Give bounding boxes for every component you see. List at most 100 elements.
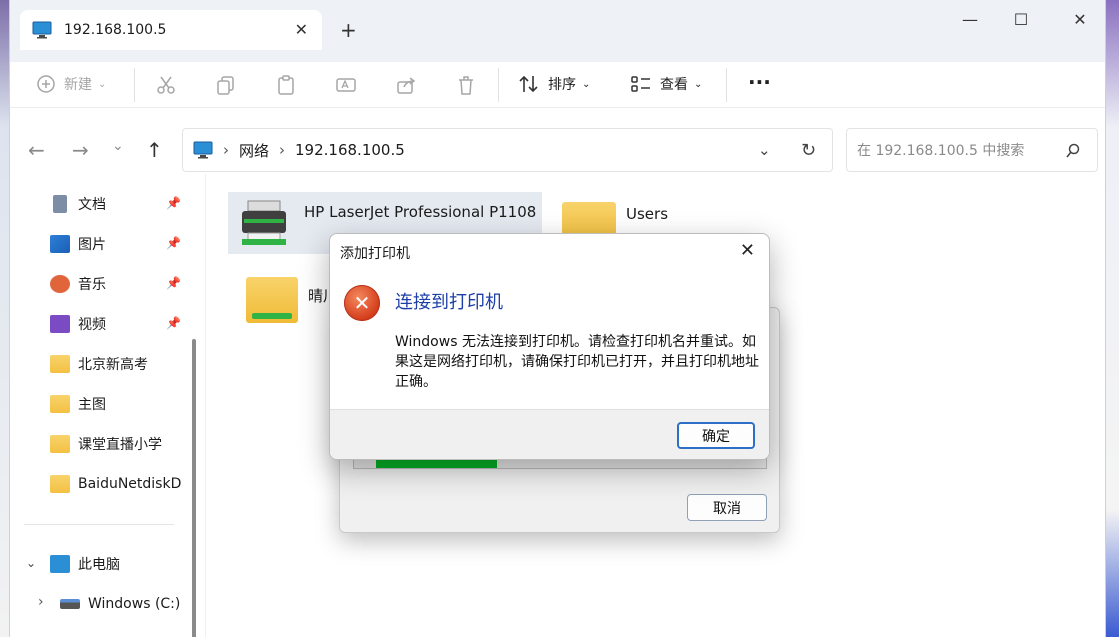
sidebar-item-label: 主图 (78, 397, 106, 413)
toolbar-divider (726, 68, 727, 102)
search-input[interactable]: 在 192.168.100.5 中搜索 (846, 128, 1098, 172)
navigation-pane: 文档 📌 图片 📌 音乐 📌 视频 📌 北京新高考 主图 课堂直播小学 Baid… (10, 174, 205, 637)
monitor-icon (50, 555, 70, 573)
printer-icon (242, 200, 286, 245)
breadcrumb-separator-icon: › (223, 141, 229, 159)
breadcrumb-separator-icon: › (279, 141, 286, 159)
new-label: 新建 (64, 77, 92, 93)
sidebar-item-folder[interactable]: 主图 (50, 390, 106, 418)
breadcrumb-host[interactable]: 192.168.100.5 (295, 141, 405, 159)
recent-chevron-icon[interactable]: ⌄ (112, 138, 124, 154)
sidebar-item-drive-c[interactable]: Windows (C:) (60, 590, 180, 618)
video-icon (50, 315, 70, 333)
up-arrow-icon[interactable]: ↑ (146, 138, 163, 162)
chevron-down-icon[interactable]: ⌄ (26, 556, 36, 570)
pin-icon: 📌 (166, 276, 181, 290)
dialog-heading: 连接到打印机 (395, 292, 503, 313)
chevron-down-icon: ⌄ (694, 78, 703, 90)
view-label: 查看 (660, 77, 688, 93)
document-icon (53, 195, 67, 213)
forward-arrow-icon[interactable]: → (72, 138, 89, 162)
refresh-icon[interactable]: ↻ (801, 140, 816, 161)
minimize-icon[interactable]: — (950, 10, 990, 29)
music-icon (50, 275, 70, 293)
address-bar[interactable]: › 网络 › 192.168.100.5 ⌄ ↻ (182, 128, 833, 172)
folder-icon (50, 395, 70, 413)
copy-icon[interactable] (215, 74, 237, 96)
view-icon (631, 76, 650, 92)
folder-name: Users (626, 205, 669, 223)
list-item-share-folder[interactable]: 晴川 (246, 270, 338, 330)
new-tab-icon[interactable]: + (340, 18, 357, 42)
cut-icon[interactable] (155, 74, 177, 96)
sidebar-item-label: 音乐 (78, 277, 106, 293)
folder-icon (50, 475, 70, 493)
pictures-icon (50, 235, 70, 253)
sidebar-item-folder[interactable]: 北京新高考 (50, 350, 148, 378)
error-icon: ✕ (344, 285, 380, 321)
tab-title: 192.168.100.5 (64, 22, 167, 38)
search-icon (1066, 143, 1080, 158)
chevron-right-icon[interactable]: › (38, 594, 44, 610)
sidebar-item-folder[interactable]: BaiduNetdiskD (50, 470, 181, 498)
file-explorer-window: 192.168.100.5 ✕ + — ☐ ✕ 新建 ⌄ 排序 ⌄ 查看 ⌄ ·… (9, 0, 1106, 637)
paste-icon[interactable] (275, 74, 297, 96)
toolbar-divider (498, 68, 499, 102)
folder-icon (50, 355, 70, 373)
printer-name: HP LaserJet Professional P1108 (304, 203, 537, 221)
pin-icon: 📌 (166, 196, 181, 210)
tab-close-icon[interactable]: ✕ (295, 20, 308, 39)
new-button[interactable]: 新建 ⌄ (36, 74, 106, 94)
title-bar: 192.168.100.5 ✕ + — ☐ ✕ (10, 0, 1105, 62)
maximize-icon[interactable]: ☐ (1001, 10, 1041, 29)
sidebar-divider (24, 524, 174, 525)
tab-network-location[interactable]: 192.168.100.5 ✕ (20, 10, 322, 50)
sidebar-item-label: 北京新高考 (78, 357, 148, 373)
dialog-footer: 确定 (330, 409, 769, 459)
shared-folder-icon (246, 277, 298, 323)
sidebar-item-documents[interactable]: 文档 (50, 190, 106, 218)
breadcrumb-network[interactable]: 网络 (239, 140, 269, 161)
sidebar-item-folder[interactable]: 课堂直播小学 (50, 430, 162, 458)
address-dropdown-icon[interactable]: ⌄ (758, 141, 771, 159)
sidebar-item-label: Windows (C:) (88, 596, 181, 612)
pin-icon: 📌 (166, 316, 181, 330)
view-button[interactable]: 查看 ⌄ (630, 74, 702, 94)
chevron-down-icon: ⌄ (582, 78, 591, 90)
progress-fill (376, 459, 497, 468)
navigation-row: ← → ⌄ ↑ › 网络 › 192.168.100.5 ⌄ ↻ 在 192.1… (10, 108, 1105, 174)
rename-icon[interactable] (335, 74, 357, 96)
sidebar-item-this-pc[interactable]: 此电脑 (50, 550, 120, 578)
window-close-icon[interactable]: ✕ (1060, 10, 1100, 29)
more-options-icon[interactable]: ··· (748, 70, 771, 94)
dialog-message: Windows 无法连接到打印机。请检查打印机名并重试。如果这是网络打印机，请确… (395, 334, 759, 390)
ok-button[interactable]: 确定 (677, 422, 755, 449)
folder-icon (50, 435, 70, 453)
sidebar-item-videos[interactable]: 视频 (50, 310, 106, 338)
sort-icon (519, 75, 538, 93)
sidebar-item-label: 课堂直播小学 (78, 437, 162, 453)
sidebar-item-label: 文档 (78, 197, 106, 213)
sidebar-item-music[interactable]: 音乐 (50, 270, 106, 298)
sidebar-item-label: 视频 (78, 317, 106, 333)
search-placeholder: 在 192.168.100.5 中搜索 (857, 143, 1025, 159)
back-arrow-icon[interactable]: ← (28, 138, 45, 162)
share-icon[interactable] (395, 74, 417, 96)
monitor-icon (32, 21, 52, 39)
monitor-icon (193, 141, 213, 159)
drive-icon (60, 599, 80, 609)
plus-circle-icon (37, 75, 55, 93)
dialog-close-icon[interactable]: ✕ (740, 240, 755, 261)
command-bar: 新建 ⌄ 排序 ⌄ 查看 ⌄ ··· (10, 62, 1105, 108)
desktop-background-right (1105, 0, 1119, 637)
chevron-down-icon: ⌄ (98, 78, 107, 90)
sort-button[interactable]: 排序 ⌄ (518, 74, 590, 94)
cancel-button[interactable]: 取消 (687, 494, 767, 521)
add-printer-error-dialog: 添加打印机 ✕ ✕ 连接到打印机 Windows 无法连接到打印机。请检查打印机… (329, 233, 770, 460)
sidebar-item-label: 此电脑 (78, 557, 120, 573)
sidebar-item-pictures[interactable]: 图片 (50, 230, 106, 258)
toolbar-divider (134, 68, 135, 102)
sidebar-item-label: 图片 (78, 237, 106, 253)
sidebar-scrollbar[interactable] (192, 339, 196, 637)
delete-icon[interactable] (455, 74, 477, 96)
